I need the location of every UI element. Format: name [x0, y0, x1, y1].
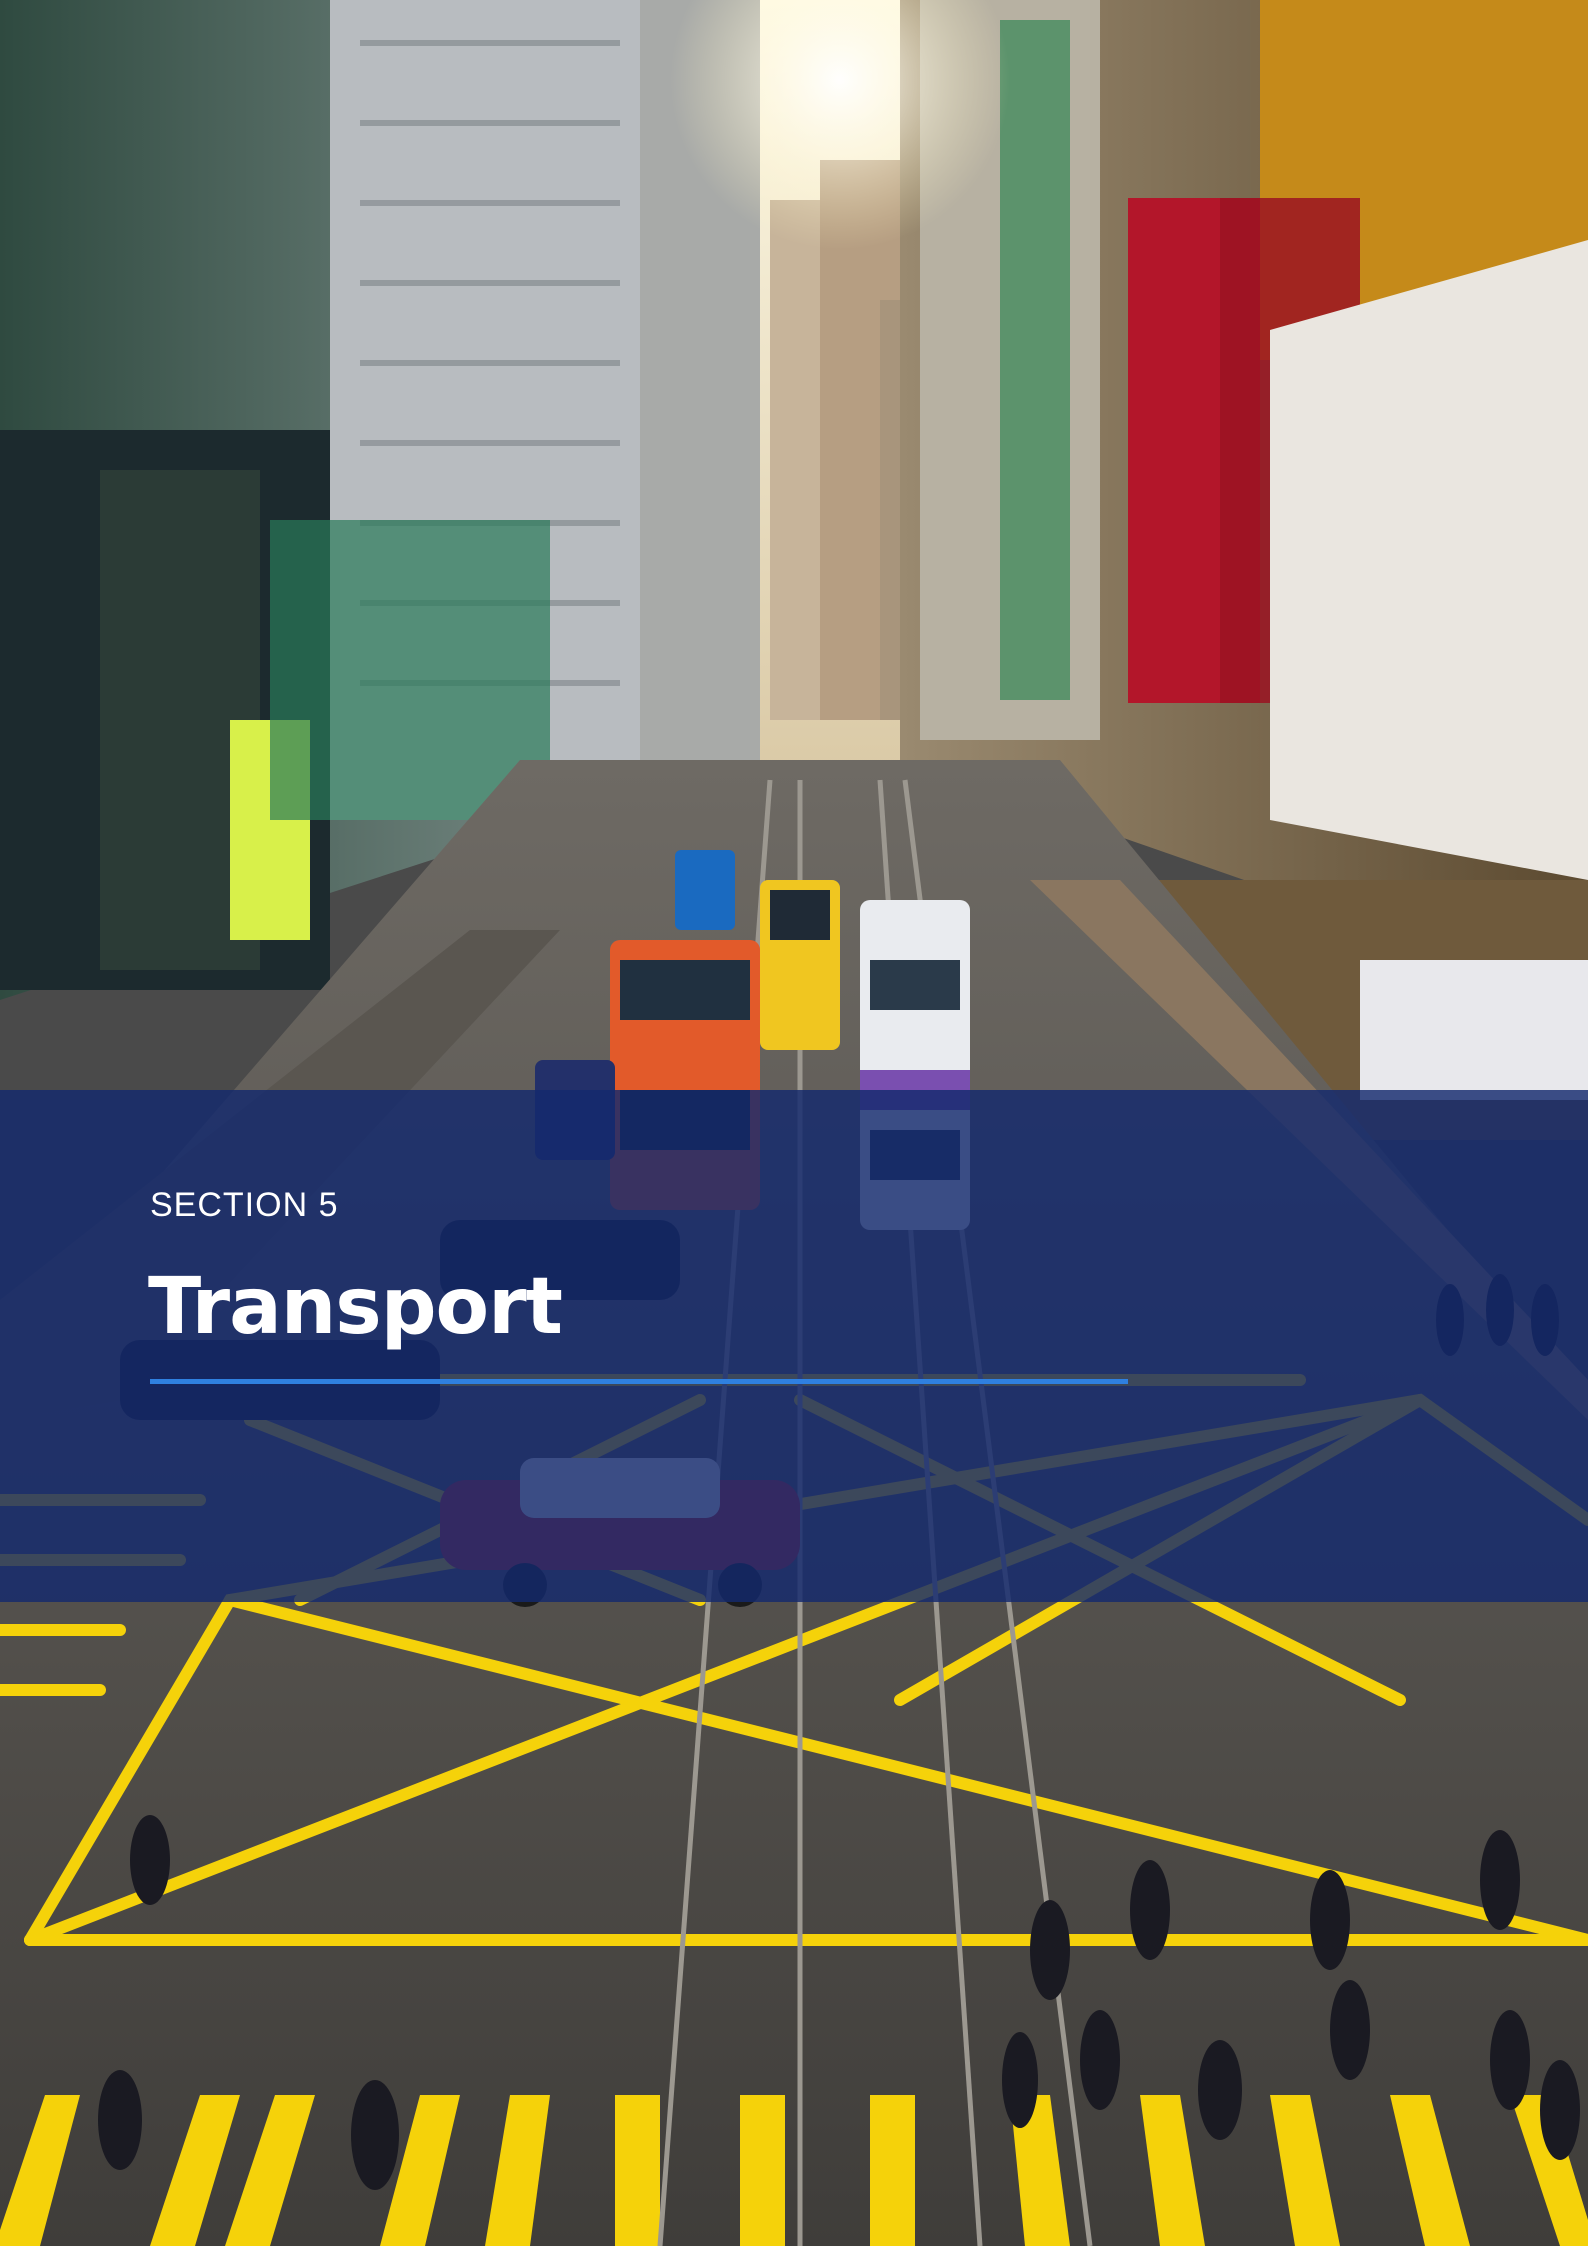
report-page: SECTION 5 Transport: [0, 0, 1588, 2246]
section-number-label: SECTION 5: [150, 1186, 339, 1224]
title-underline: [150, 1379, 1128, 1384]
section-title: Transport: [148, 1262, 563, 1352]
